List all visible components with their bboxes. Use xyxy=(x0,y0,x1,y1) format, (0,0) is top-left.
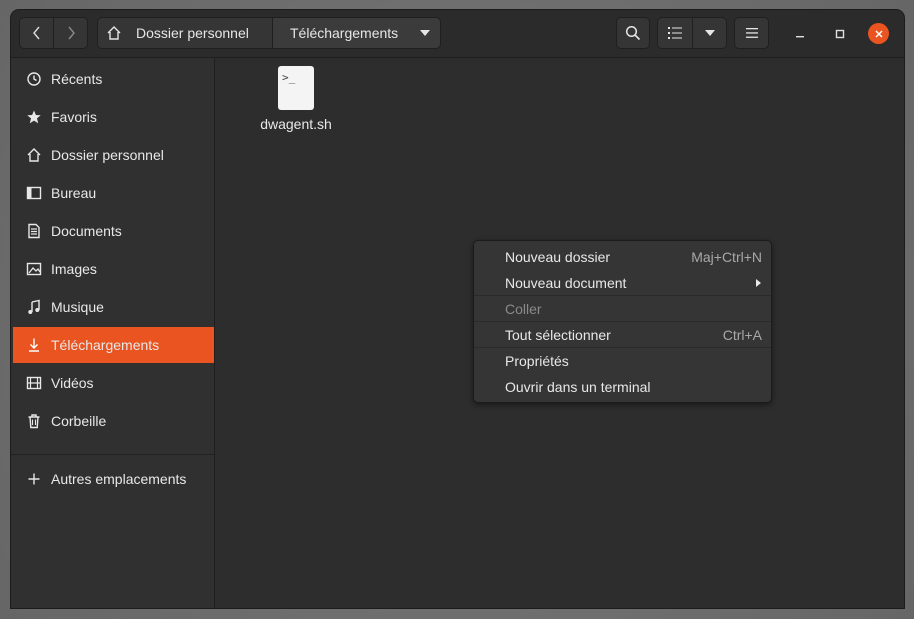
desktop-icon xyxy=(25,184,43,202)
sidebar-item-other-locations[interactable]: Autres emplacements xyxy=(13,461,214,497)
path-bar-home[interactable]: Dossier personnel xyxy=(97,17,273,49)
sidebar-item-desktop[interactable]: Bureau xyxy=(13,175,214,211)
context-menu: Nouveau dossier Maj+Ctrl+N Nouveau docum… xyxy=(473,240,772,403)
forward-button[interactable] xyxy=(53,17,88,49)
sidebar-item-label: Documents xyxy=(51,223,122,239)
maximize-icon xyxy=(835,29,845,39)
sidebar-item-label: Images xyxy=(51,261,97,277)
sidebar-item-music[interactable]: Musique xyxy=(13,289,214,325)
sidebar-item-label: Téléchargements xyxy=(51,337,160,353)
chevron-left-icon xyxy=(32,26,40,40)
chevron-right-icon xyxy=(67,26,75,40)
menu-item-label: Coller xyxy=(505,301,542,317)
sidebar-item-downloads[interactable]: Téléchargements xyxy=(13,327,214,363)
trash-icon xyxy=(25,412,43,430)
sidebar-separator xyxy=(11,454,214,455)
sidebar-item-recents[interactable]: Récents xyxy=(13,61,214,97)
menu-item-label: Nouveau dossier xyxy=(505,249,611,265)
sidebar-item-label: Récents xyxy=(51,71,103,87)
file-name: dwagent.sh xyxy=(260,116,332,132)
menu-item-shortcut: Ctrl+A xyxy=(722,327,762,343)
hamburger-icon xyxy=(745,28,758,38)
menu-item-paste: Coller xyxy=(474,296,771,322)
menu-item-select-all[interactable]: Tout sélectionner Ctrl+A xyxy=(474,322,771,348)
chevron-down-icon xyxy=(704,30,715,36)
home-icon xyxy=(25,146,43,164)
sidebar-item-label: Musique xyxy=(51,299,104,315)
sidebar-item-home[interactable]: Dossier personnel xyxy=(13,137,214,173)
menu-item-label: Ouvrir dans un terminal xyxy=(505,379,651,395)
menu-item-label: Tout sélectionner xyxy=(505,327,611,343)
back-button[interactable] xyxy=(19,17,54,49)
sidebar-item-trash[interactable]: Corbeille xyxy=(13,403,214,439)
search-icon xyxy=(625,25,641,41)
document-icon xyxy=(25,222,43,240)
minimize-button[interactable] xyxy=(789,23,811,45)
file-item[interactable]: >_ dwagent.sh xyxy=(251,66,341,132)
video-icon xyxy=(25,374,43,392)
sidebar-item-label: Bureau xyxy=(51,185,97,201)
close-button[interactable] xyxy=(868,23,889,44)
music-icon xyxy=(25,298,43,316)
download-icon xyxy=(25,336,43,354)
menu-button[interactable] xyxy=(734,17,769,49)
path-bar-downloads[interactable]: Téléchargements xyxy=(272,17,441,49)
sidebar-item-label: Corbeille xyxy=(51,413,107,429)
menu-item-open-terminal[interactable]: Ouvrir dans un terminal xyxy=(474,374,771,400)
view-options-button[interactable] xyxy=(692,17,727,49)
sidebar-item-videos[interactable]: Vidéos xyxy=(13,365,214,401)
sidebar-item-label: Autres emplacements xyxy=(51,471,187,487)
menu-item-new-document[interactable]: Nouveau document xyxy=(474,270,771,296)
file-icon-text: >_ xyxy=(282,71,296,84)
list-view-icon xyxy=(668,27,682,39)
path-downloads-label: Téléchargements xyxy=(290,25,399,41)
menu-item-label: Propriétés xyxy=(505,353,569,369)
plus-icon xyxy=(25,470,43,488)
search-button[interactable] xyxy=(616,17,650,49)
sidebar-item-label: Vidéos xyxy=(51,375,94,391)
minimize-icon xyxy=(796,36,804,38)
image-icon xyxy=(25,260,43,278)
sidebar-item-favorites[interactable]: Favoris xyxy=(13,99,214,135)
submenu-arrow-icon xyxy=(756,279,761,287)
list-view-button[interactable] xyxy=(657,17,693,49)
menu-item-properties[interactable]: Propriétés xyxy=(474,348,771,374)
menu-item-shortcut: Maj+Ctrl+N xyxy=(691,249,762,265)
path-home-label: Dossier personnel xyxy=(136,25,249,41)
sidebar: Récents Favoris Dossier personnel Bureau… xyxy=(11,58,215,608)
maximize-button[interactable] xyxy=(829,23,851,45)
sidebar-item-label: Favoris xyxy=(51,109,97,125)
close-icon xyxy=(874,29,883,38)
sidebar-item-images[interactable]: Images xyxy=(13,251,214,287)
dropdown-arrow-icon xyxy=(420,30,430,36)
header-bar: Dossier personnel Téléchargements xyxy=(11,10,904,58)
script-file-icon: >_ xyxy=(278,66,314,110)
clock-icon xyxy=(25,70,43,88)
home-icon xyxy=(107,26,121,40)
menu-item-label: Nouveau document xyxy=(505,275,627,291)
sidebar-item-label: Dossier personnel xyxy=(51,147,164,163)
menu-item-new-folder[interactable]: Nouveau dossier Maj+Ctrl+N xyxy=(474,244,771,270)
sidebar-item-documents[interactable]: Documents xyxy=(13,213,214,249)
star-icon xyxy=(25,108,43,126)
